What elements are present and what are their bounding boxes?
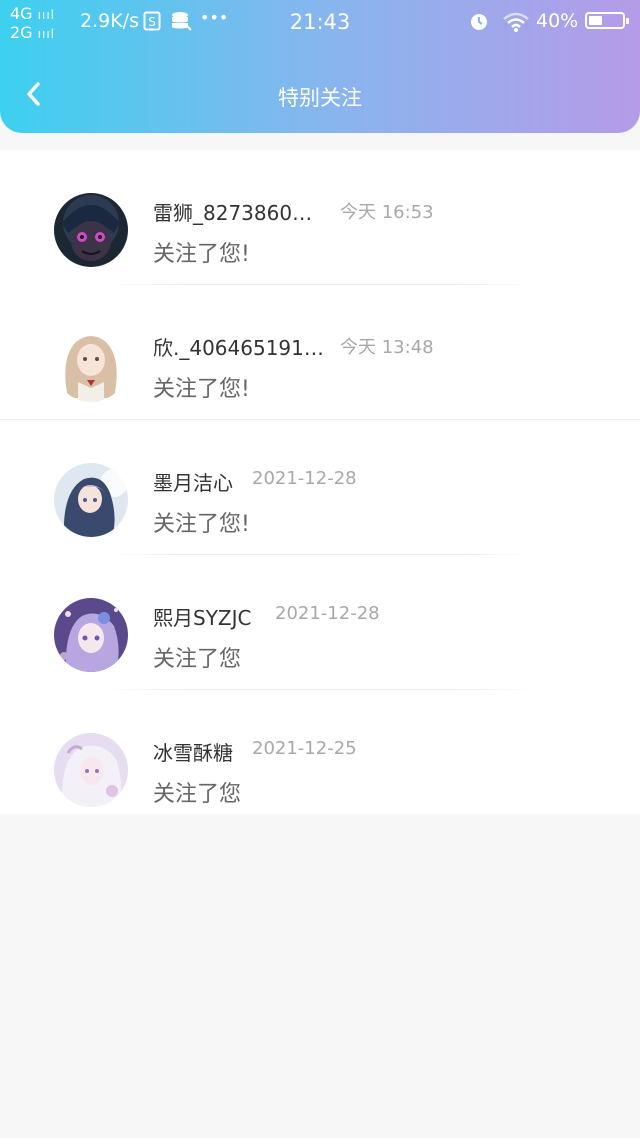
- follow-message: 关注了您!: [153, 377, 250, 402]
- user-name: 冰雪酥糖: [153, 741, 233, 765]
- avatar: [54, 733, 128, 807]
- follow-time: 2021-12-28: [275, 603, 380, 624]
- avatar: [54, 193, 128, 267]
- alarm-icon: [469, 11, 489, 36]
- follow-message: 关注了您!: [153, 242, 250, 267]
- follow-list: 雷狮_8273860… 今天 16:53 关注了您! 欣._406465191……: [0, 150, 640, 814]
- header: 4G ıııl 2G ıııl 2.9K/s S ••• 21:43 40% 特…: [0, 0, 640, 133]
- avatar: [54, 328, 128, 402]
- list-item[interactable]: 冰雪酥糖 2021-12-25 关注了您: [0, 690, 640, 814]
- follow-time: 2021-12-25: [252, 738, 357, 759]
- user-name: 雷狮_8273860…: [153, 201, 313, 225]
- follow-message: 关注了您: [153, 782, 242, 807]
- battery-level: [589, 16, 602, 25]
- battery-icon: [585, 12, 629, 29]
- wifi-icon: [502, 12, 530, 37]
- battery-percent: 40%: [536, 10, 579, 32]
- user-name: 墨月洁心: [153, 471, 233, 495]
- user-name: 欣._406465191…: [153, 336, 324, 360]
- list-item[interactable]: 雷狮_8273860… 今天 16:53 关注了您!: [0, 150, 640, 285]
- user-name: 熙月SYZJC: [153, 606, 252, 630]
- avatar: [54, 463, 128, 537]
- list-item[interactable]: 欣._406465191… 今天 13:48 关注了您!: [0, 285, 640, 420]
- list-item[interactable]: 熙月SYZJC 2021-12-28 关注了您: [0, 555, 640, 690]
- follow-time: 今天 16:53: [340, 202, 434, 223]
- follow-message: 关注了您: [153, 647, 242, 672]
- follow-message: 关注了您!: [153, 512, 250, 537]
- status-bar: 4G ıııl 2G ıııl 2.9K/s S ••• 21:43 40%: [0, 0, 640, 44]
- avatar: [54, 598, 128, 672]
- list-item[interactable]: 墨月洁心 2021-12-28 关注了您!: [0, 420, 640, 555]
- page-title: 特别关注: [278, 86, 362, 110]
- follow-time: 2021-12-28: [252, 468, 357, 489]
- follow-time: 今天 13:48: [340, 337, 434, 358]
